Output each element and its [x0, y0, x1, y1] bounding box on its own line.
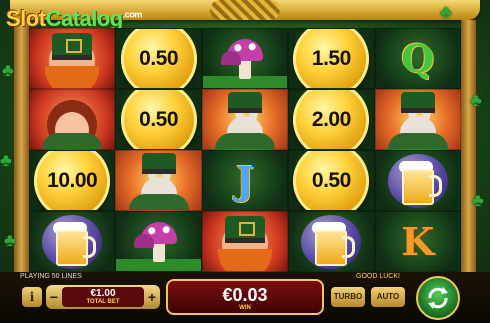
coin-symbol: 1.50 [293, 29, 370, 88]
reel-cell: J [201, 150, 289, 211]
reel-cell [29, 89, 116, 150]
clover-icon: ♣ [440, 2, 452, 22]
reel-cell [374, 89, 461, 150]
bet-selector: − €1.00 TOTAL BET + [46, 285, 160, 309]
reel-cell [201, 211, 289, 272]
reel-grid: 0.50 1.50 Q 0.50 2.00 10.00 J 0.50 K [29, 28, 461, 272]
reel-cell [29, 211, 116, 272]
total-bet-display: €1.00 TOTAL BET [62, 287, 144, 307]
left-frame [14, 20, 29, 275]
celtic-knot-ornament [210, 0, 280, 20]
coin-symbol: 0.50 [120, 29, 197, 88]
reel-cell: Q [374, 28, 461, 89]
reel-cell: 0.50 [288, 150, 375, 211]
coin-symbol: 2.00 [293, 90, 370, 149]
reel-cell [115, 211, 202, 272]
clover-icon: ♣ [2, 60, 14, 80]
total-bet-label: TOTAL BET [86, 299, 120, 305]
total-bet-value: €1.00 [90, 288, 116, 299]
reel-cell [115, 150, 202, 211]
reel-cell: 10.00 [29, 150, 116, 211]
win-label: WIN [239, 305, 251, 311]
info-button[interactable]: i [22, 287, 42, 307]
clover-icon: ♣ [470, 90, 482, 110]
bet-increase-button[interactable]: + [145, 287, 159, 307]
reel-cell: 0.50 [115, 28, 202, 89]
right-frame [461, 20, 476, 275]
letter-symbol: Q [401, 35, 435, 81]
reel-cell [29, 28, 116, 89]
reel-cell: 1.50 [288, 28, 375, 89]
coin-symbol: 0.50 [293, 151, 370, 210]
good-luck-message: GOOD LUCK! [356, 273, 400, 280]
clover-icon: ♣ [472, 190, 484, 210]
reel-cell [288, 211, 375, 272]
win-value: €0.03 [222, 285, 268, 305]
coin-symbol: 10.00 [34, 151, 111, 210]
autoplay-button[interactable]: AUTO [371, 287, 405, 307]
coin-symbol: 0.50 [120, 90, 197, 149]
letter-symbol: K [401, 218, 435, 264]
win-display: €0.03 WIN [166, 279, 324, 315]
reel-cell: K [374, 211, 461, 272]
reel-cell [374, 150, 461, 211]
spin-arrows-icon [428, 287, 448, 309]
lines-info: PLAYING 50 LINES [20, 273, 82, 280]
clover-icon: ♣ [0, 150, 12, 170]
clover-icon: ♣ [4, 230, 16, 250]
reel-cell: 2.00 [288, 89, 375, 150]
turbo-button[interactable]: TURBO [331, 287, 365, 307]
reel-cell: 0.50 [115, 89, 202, 150]
letter-symbol: J [235, 157, 254, 203]
bet-decrease-button[interactable]: − [47, 287, 61, 307]
reel-cell [201, 28, 289, 89]
spin-button[interactable] [416, 276, 460, 320]
reel-cell [201, 89, 289, 150]
